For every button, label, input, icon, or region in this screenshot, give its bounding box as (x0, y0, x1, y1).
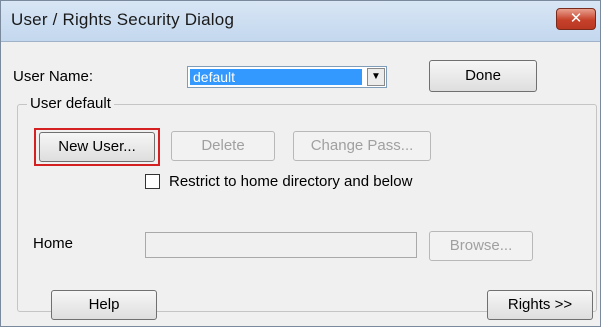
restrict-label: Restrict to home directory and below (169, 173, 413, 190)
help-button[interactable]: Help (51, 290, 157, 320)
window-title: User / Rights Security Dialog (11, 10, 235, 29)
title-bar[interactable]: User / Rights Security Dialog ✕ (1, 1, 600, 42)
restrict-checkbox[interactable] (145, 174, 160, 189)
home-label: Home (33, 235, 74, 252)
done-button[interactable]: Done (429, 60, 537, 92)
user-name-label: User Name: (13, 68, 94, 85)
change-pass-button[interactable]: Change Pass... (293, 131, 431, 161)
rights-button[interactable]: Rights >> (487, 290, 593, 320)
delete-button[interactable]: Delete (171, 131, 275, 161)
user-name-dropdown[interactable]: default ▼ (187, 66, 387, 88)
new-user-highlight (34, 128, 160, 166)
user-name-selected-value: default (190, 69, 362, 85)
security-dialog: User / Rights Security Dialog ✕ User Nam… (0, 0, 601, 327)
group-title: User default (27, 95, 114, 112)
close-icon[interactable]: ✕ (556, 8, 596, 30)
dialog-body: User Name: default ▼ Done User default N… (1, 42, 600, 326)
home-path-field[interactable] (145, 232, 417, 258)
browse-button[interactable]: Browse... (429, 231, 533, 261)
chevron-down-icon[interactable]: ▼ (367, 68, 385, 86)
